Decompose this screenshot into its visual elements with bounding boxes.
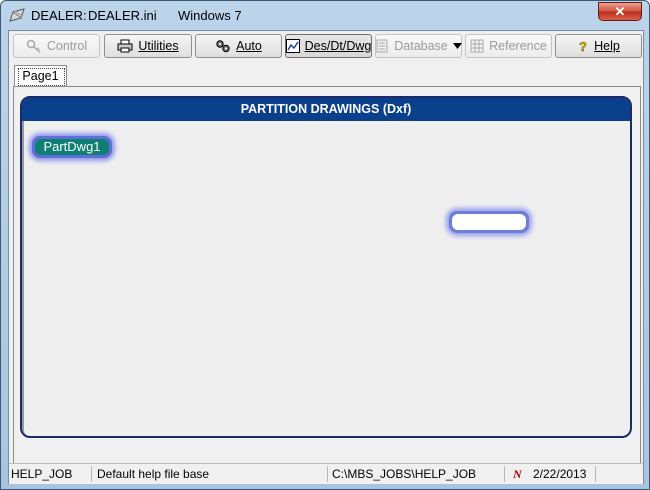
chart-icon [285,39,300,53]
app-icon [9,8,25,22]
status-path: C:\MBS_JOBS\HELP_JOB [332,467,477,481]
status-separator [595,466,596,482]
svg-text:?: ? [579,39,587,53]
partdwg1-button[interactable]: PartDwg1 [32,136,112,158]
status-separator [327,466,328,482]
client-area: Control Utilities Auto Des/Dt/Dwg Databa… [8,30,644,484]
auto-button[interactable]: Auto [195,34,282,58]
window-title-ini: DEALER.ini [88,8,157,23]
toolbar: Control Utilities Auto Des/Dt/Dwg Databa… [9,31,643,61]
des-dt-dwg-button[interactable]: Des/Dt/Dwg [285,34,372,58]
close-icon: ✕ [614,4,626,19]
window-title-app: DEALER: [31,8,87,23]
utilities-label: Utilities [138,39,179,53]
n-logo-icon: N [513,467,522,481]
close-button[interactable]: ✕ [598,2,642,21]
database-icon [376,39,388,53]
tab-page1-label: Page1 [22,69,59,83]
status-bar: HELP_JOB Default help file base C:\MBS_J… [9,463,643,484]
auto-label: Auto [236,39,262,53]
partition-drawings-panel: PARTITION DRAWINGS (Dxf) PartDwg1 [20,96,632,438]
database-label: Database [394,39,448,53]
database-button[interactable]: Database [375,34,462,58]
reference-label: Reference [489,39,547,53]
help-button[interactable]: ? Help [555,34,642,58]
des-dt-dwg-label: Des/Dt/Dwg [304,39,372,53]
key-icon [26,39,41,53]
app-window: DEALER: DEALER.ini Windows 7 ✕ Control U… [0,0,650,490]
status-date: 2/22/2013 [533,467,587,481]
tab-page1[interactable]: Page1 [14,65,67,86]
printer-icon [117,39,133,53]
reference-button[interactable]: Reference [465,34,552,58]
control-button[interactable]: Control [13,34,100,58]
status-separator [504,466,505,482]
dropdown-arrow-icon [452,43,462,49]
gears-icon [216,40,230,53]
status-description: Default help file base [97,467,210,481]
tab-page: PARTITION DRAWINGS (Dxf) PartDwg1 [13,86,641,482]
empty-slot-inner [452,214,526,230]
title-bar[interactable]: DEALER: DEALER.ini Windows 7 ✕ [1,1,649,29]
empty-drawing-slot[interactable] [449,211,529,233]
window-title-os: Windows 7 [178,8,242,23]
help-label: Help [594,39,620,53]
question-icon: ? [579,39,588,53]
status-separator [91,466,92,482]
partdwg1-label: PartDwg1 [35,139,109,155]
control-label: Control [46,39,88,53]
grid-icon [470,39,484,53]
status-job: HELP_JOB [11,467,73,481]
panel-title: PARTITION DRAWINGS (Dxf) [22,98,630,121]
utilities-button[interactable]: Utilities [104,34,192,58]
